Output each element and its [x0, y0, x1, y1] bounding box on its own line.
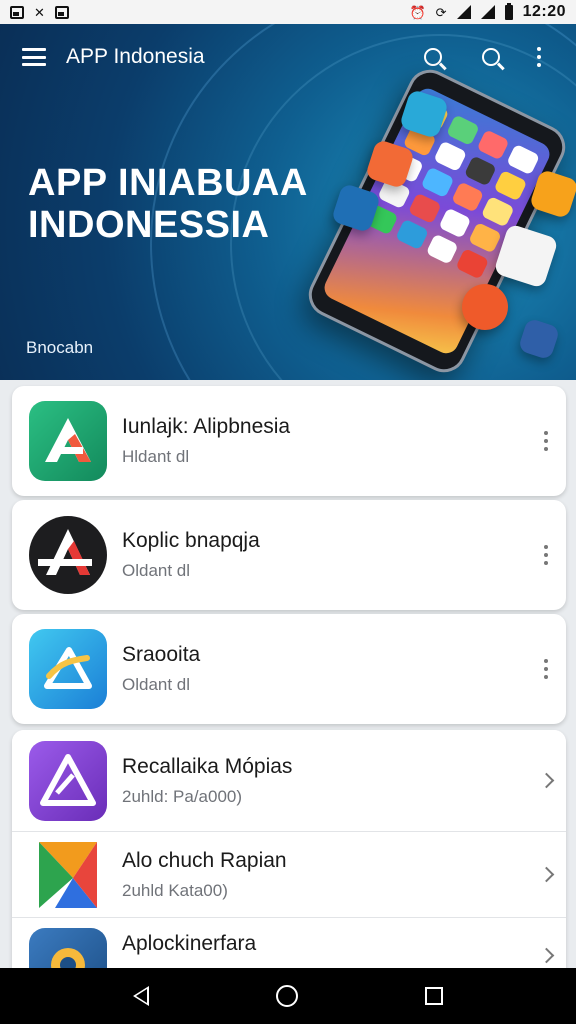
app-icon: [29, 515, 107, 595]
list-item-text: Alo chuch Rapian 2uhld Kata00): [122, 849, 526, 901]
chevron-right-icon: [538, 866, 554, 883]
list-item[interactable]: Aplockinerfara: [12, 918, 566, 970]
hero-title-line1: APP INIABUAA: [28, 162, 308, 204]
signal-icon: [480, 5, 495, 19]
list-item-subtitle: Oldant dl: [122, 561, 191, 580]
hero-title: APP INIABUAA INDONESSIA: [28, 162, 308, 246]
search-button[interactable]: [418, 42, 448, 72]
hero-banner: APP Indonesia APP INIABUAA INDONESSIA Bn…: [0, 24, 576, 380]
home-icon[interactable]: [275, 985, 298, 1007]
list-item-title: Recallaikа Mópias: [122, 754, 293, 778]
overflow-menu-icon: [544, 431, 548, 451]
list-item[interactable]: Alo chuch Rapian 2uhld Kata00): [12, 832, 566, 918]
app-bar: APP Indonesia: [0, 24, 576, 90]
menu-icon[interactable]: [22, 48, 46, 66]
list-item-subtitle: 2uhld Kata00): [122, 880, 228, 900]
hero-title-line2: INDONESSIA: [28, 204, 270, 246]
alarm-icon: ⏰: [409, 4, 426, 20]
wifi-icon: [456, 5, 471, 19]
app-title: APP Indonesia: [66, 45, 205, 68]
hero-caption: Bnocabn: [26, 338, 94, 357]
item-overflow-button[interactable]: [526, 431, 566, 451]
system-icons: ⏰ ⟳ 12:20: [409, 2, 566, 21]
chevron-right-icon: [538, 947, 554, 964]
back-icon[interactable]: [133, 986, 150, 1006]
app-icon: [29, 928, 107, 970]
list-item[interactable]: Sraooita Oldant dl: [12, 614, 566, 724]
chevron-right-icon: [538, 772, 554, 789]
overflow-menu-icon: [544, 545, 548, 565]
chevron-right-button[interactable]: [526, 772, 566, 789]
app-icon: [29, 629, 107, 709]
overflow-menu-icon: [537, 47, 541, 67]
list-item-subtitle: Oldant dl: [122, 675, 191, 694]
app-list-sheet: Recallaikа Mópias 2uhld: Pa/a000) Alo ch…: [12, 730, 566, 970]
notification-icons: ✕: [10, 4, 69, 20]
item-overflow-button[interactable]: [526, 545, 566, 565]
item-overflow-button[interactable]: [526, 659, 566, 679]
search-icon: [482, 48, 500, 66]
list-item-title: Koplic bnapqja: [122, 529, 260, 552]
list-item-text: Recallaikа Mópias 2uhld: Pa/a000): [122, 755, 526, 807]
search-button-secondary[interactable]: [476, 42, 506, 72]
list-item-text: Sraooita Oldant dl: [122, 643, 526, 695]
overflow-menu-button[interactable]: [524, 42, 554, 72]
list-item[interactable]: Recallaikа Mópias 2uhld: Pa/a000): [12, 730, 566, 832]
app-icon: [29, 401, 107, 481]
overflow-menu-icon: [544, 659, 548, 679]
list-item-text: Koplic bnapqja Oldant dl: [122, 529, 526, 581]
list-item[interactable]: Koplic bnapqja Oldant dl: [12, 500, 566, 610]
list-item-subtitle: 2uhld: Pa/a000): [122, 786, 243, 806]
sync-icon: ⟳: [435, 4, 447, 20]
status-time: 12:20: [522, 3, 566, 20]
status-bar: ✕ ⏰ ⟳ 12:20: [0, 0, 576, 24]
list-item-text: Aplockinerfara: [122, 928, 526, 956]
recent-apps-icon[interactable]: [424, 987, 443, 1005]
search-icon: [424, 48, 442, 66]
list-item-title: Iunlajk: Alipbnesia: [122, 415, 291, 438]
app-icon: [29, 740, 107, 821]
battery-icon: [504, 2, 513, 20]
list-item-title: Alo chuch Rapian: [122, 848, 287, 872]
tools-notification-icon: ✕: [34, 4, 45, 20]
list-item-subtitle: Hldant dl: [122, 447, 190, 466]
list-item-title: Aplockinerfara: [122, 932, 257, 955]
app-icon: [29, 835, 107, 915]
gallery-notification-icon: [10, 5, 24, 19]
music-notification-icon: [54, 5, 69, 19]
chevron-right-button[interactable]: [526, 928, 566, 964]
list-item-text: Iunlajk: Alipbnesia Hldant dl: [122, 415, 526, 467]
list-item-title: Sraooita: [122, 643, 201, 666]
chevron-right-button[interactable]: [526, 866, 566, 883]
list-item[interactable]: Iunlajk: Alipbnesia Hldant dl: [12, 386, 566, 496]
navigation-bar: [0, 968, 576, 1024]
